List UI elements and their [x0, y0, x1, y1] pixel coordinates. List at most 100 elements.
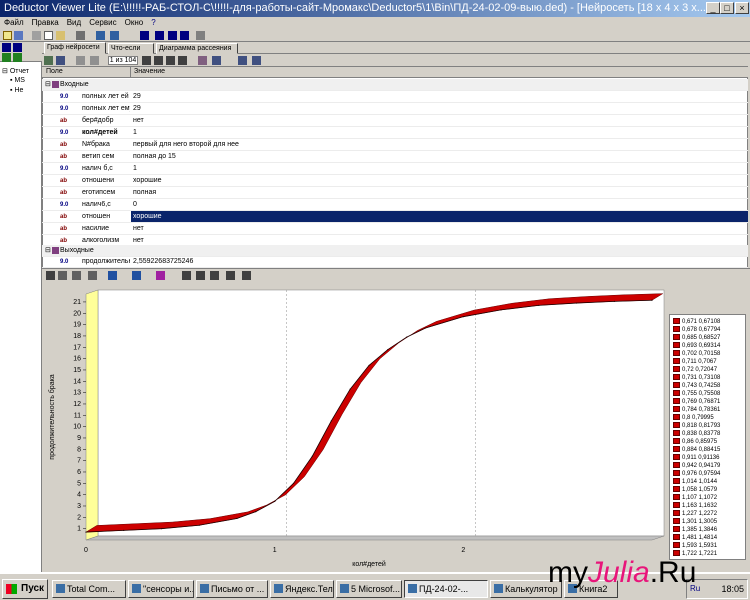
tab-network-graph[interactable]: Граф нейросети: [44, 42, 106, 54]
color-icon[interactable]: [156, 271, 165, 280]
table-row[interactable]: 9.0 кол#детей 1: [42, 127, 748, 139]
export-icon[interactable]: [182, 271, 191, 280]
menu-window[interactable]: Окно: [121, 17, 148, 29]
copy-row-icon[interactable]: [212, 56, 221, 65]
group-inputs[interactable]: ⊟ Входные: [42, 79, 748, 91]
eraser-icon[interactable]: [198, 56, 207, 65]
help-icon[interactable]: [13, 43, 22, 52]
paste-icon[interactable]: [56, 31, 65, 40]
save-icon[interactable]: [14, 31, 23, 40]
run-icon[interactable]: [110, 31, 119, 40]
field-name: N#брака: [82, 141, 110, 148]
zoom-icon[interactable]: [46, 271, 55, 280]
field-value[interactable]: нет: [131, 223, 748, 234]
axis-icon[interactable]: [210, 271, 219, 280]
settings-icon[interactable]: [196, 31, 205, 40]
menu-help[interactable]: ?: [147, 17, 159, 29]
collapse-icon[interactable]: ⊟: [45, 79, 51, 90]
close-button[interactable]: ×: [735, 2, 749, 14]
menu-edit[interactable]: Правка: [28, 17, 63, 29]
cut-icon[interactable]: [32, 31, 41, 40]
grid-icon[interactable]: [180, 31, 189, 40]
cascade-icon[interactable]: [155, 31, 164, 40]
open-icon[interactable]: [3, 31, 12, 40]
tree-item-ms[interactable]: ▪ MS: [10, 77, 25, 84]
start-button[interactable]: Пуск: [2, 579, 48, 599]
field-value[interactable]: хорошие: [131, 175, 748, 186]
field-value[interactable]: полная до 15: [131, 151, 748, 162]
table-row[interactable]: 9.0 налич б,с 1: [42, 163, 748, 175]
data-point: [651, 299, 653, 301]
chart-settings-icon[interactable]: [238, 56, 247, 65]
options-icon[interactable]: [252, 56, 261, 65]
table-row[interactable]: ab отношени хорошие: [42, 175, 748, 187]
table-row-selected[interactable]: ab отношен хорошие: [42, 211, 748, 223]
grid-lines-icon[interactable]: [226, 271, 235, 280]
chart-view-icon[interactable]: [72, 271, 81, 280]
tree-item-report[interactable]: ⊟ Отчет: [2, 67, 29, 75]
task-microsoft[interactable]: 5 Microsof...: [336, 580, 402, 598]
task-mail[interactable]: Письмо от ...: [196, 580, 268, 598]
tree-add-icon[interactable]: [2, 53, 11, 62]
tree-refresh-icon[interactable]: [13, 53, 22, 62]
page-indicator[interactable]: 1 из 104: [108, 56, 138, 65]
menu-view[interactable]: Вид: [63, 17, 85, 29]
chart-type-icon[interactable]: [58, 271, 67, 280]
tile-icon[interactable]: [168, 31, 177, 40]
bar-chart-icon[interactable]: [108, 271, 117, 280]
table-row[interactable]: ab бер#добр нет: [42, 115, 748, 127]
menu-service[interactable]: Сервис: [85, 17, 120, 29]
tab-scatter[interactable]: Диаграмма рассеяния: [156, 43, 238, 54]
chart-props-icon[interactable]: [88, 271, 97, 280]
field-value[interactable]: 1: [131, 163, 748, 174]
tab-what-if[interactable]: Что-если: [108, 43, 154, 54]
minimize-button[interactable]: _: [706, 2, 720, 14]
table-row[interactable]: 9.0 налич6,с 0: [42, 199, 748, 211]
legend-icon[interactable]: [242, 271, 251, 280]
last-page-icon[interactable]: [178, 56, 187, 65]
next-page-icon[interactable]: [166, 56, 175, 65]
filter-icon[interactable]: [56, 56, 65, 65]
data-point: [349, 388, 351, 390]
series-icon[interactable]: [132, 271, 141, 280]
prev-page-icon[interactable]: [90, 56, 99, 65]
field-value[interactable]: 0: [131, 199, 748, 210]
field-value[interactable]: полная: [131, 187, 748, 198]
legend-label: 0,731 0,73108: [682, 375, 721, 381]
field-value[interactable]: нет: [131, 115, 748, 126]
window-icon[interactable]: [140, 31, 149, 40]
table-row[interactable]: ab N#брака первый для него второй для нее: [42, 139, 748, 151]
field-value[interactable]: 2,55922683725246: [131, 256, 748, 267]
table-row[interactable]: 9.0 полных лет ей на...29: [42, 91, 748, 103]
print-icon[interactable]: [76, 31, 85, 40]
menu-file[interactable]: Файл: [0, 17, 28, 29]
task-yandex[interactable]: Яндекс.Тел...: [270, 580, 334, 598]
field-value[interactable]: первый для него второй для нее: [131, 139, 748, 150]
tree-view-icon[interactable]: [2, 43, 11, 52]
table-row[interactable]: 9.0 полных лет ему н...29: [42, 103, 748, 115]
field-value[interactable]: хорошие: [131, 211, 748, 222]
field-value[interactable]: 29: [131, 91, 748, 102]
wizard-icon[interactable]: [96, 31, 105, 40]
column-value[interactable]: Значение: [134, 67, 165, 77]
task-sensors[interactable]: "сенсоры и...: [128, 580, 194, 598]
copy-icon[interactable]: [44, 31, 53, 40]
legend-item: 0,818 0,81793: [673, 422, 745, 430]
field-value[interactable]: 1: [131, 127, 748, 138]
table-row[interactable]: ab насилие нет: [42, 223, 748, 235]
first-page-icon[interactable]: [76, 56, 85, 65]
table-row[interactable]: ab еготипсем полная: [42, 187, 748, 199]
table-icon[interactable]: [44, 56, 53, 65]
column-field[interactable]: Поле: [46, 67, 63, 77]
table-row[interactable]: 9.0 продолжительно...2,55922683725246: [42, 256, 748, 268]
hand-icon[interactable]: [142, 56, 151, 65]
maximize-button[interactable]: □: [720, 2, 734, 14]
table-row[interactable]: ab ветип сем полная до 15: [42, 151, 748, 163]
collapse-icon[interactable]: ⊟: [45, 245, 51, 256]
table-view-icon[interactable]: [196, 271, 205, 280]
pick-icon[interactable]: [154, 56, 163, 65]
tree-item-ne[interactable]: ▪ Не: [10, 87, 23, 94]
field-value[interactable]: 29: [131, 103, 748, 114]
task-total-commander[interactable]: Total Com...: [52, 580, 126, 598]
task-deductor[interactable]: ПД-24-02-...: [404, 580, 488, 598]
